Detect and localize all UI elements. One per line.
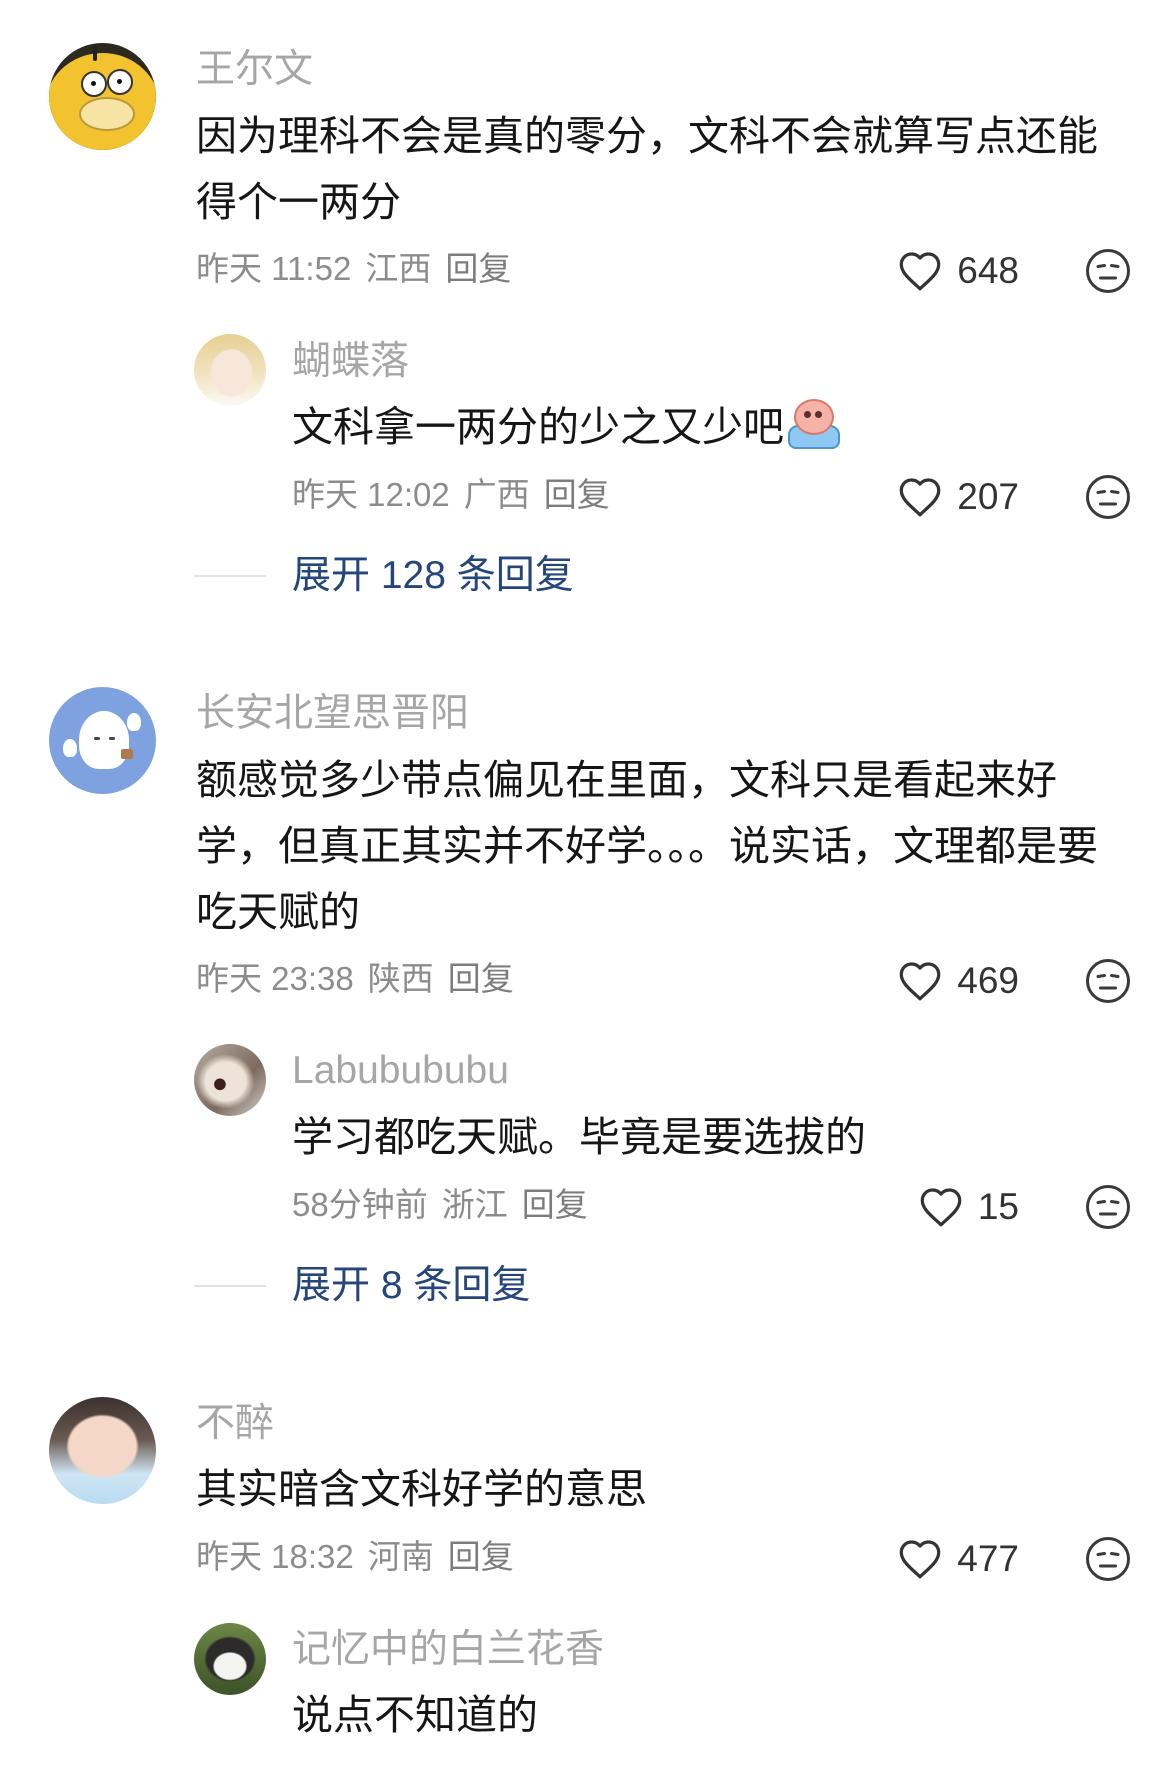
reply-button[interactable]: 回复: [448, 1538, 514, 1575]
comment-time: 昨天 23:38: [196, 960, 354, 997]
reply-text: 文科拿一两分的少之又少吧: [292, 404, 784, 450]
reply-text: 说点不知道的: [292, 1692, 538, 1738]
expand-divider: [194, 1285, 266, 1287]
heart-icon[interactable]: [897, 1538, 943, 1580]
expand-replies-button[interactable]: 展开 128 条回复: [292, 550, 574, 602]
dislike-button[interactable]: [1084, 473, 1132, 521]
reply-button[interactable]: 回复: [544, 476, 610, 513]
comment-location: 河南: [367, 1538, 434, 1575]
reply-text-row: 文科拿一两分的少之又少吧: [292, 394, 1132, 460]
cup-shape: [121, 749, 133, 759]
psyduck-pupil: [117, 79, 122, 84]
heart-icon[interactable]: [918, 1186, 964, 1228]
user-avatar[interactable]: [49, 687, 156, 794]
like-button[interactable]: 648: [897, 246, 1019, 296]
mini-ghost: [127, 713, 141, 731]
like-button[interactable]: 469: [897, 956, 1019, 1006]
reply-time: 58分钟前: [292, 1186, 428, 1223]
psyduck-beak: [79, 97, 135, 131]
reply-username[interactable]: 蝴蝶落: [292, 336, 409, 388]
reply-time: 昨天 12:02: [292, 476, 450, 513]
comment-text: 额感觉多少带点偏见在里面，文科只是看起来好学，但真正其实并不好学。。。说实话，文…: [196, 757, 1098, 935]
neutral-face-icon[interactable]: [1084, 1183, 1132, 1231]
reply-username[interactable]: 记忆中的白兰花香: [292, 1624, 604, 1676]
comment-meta: 昨天 23:38 陕西 回复: [196, 954, 514, 1004]
heart-icon[interactable]: [897, 250, 943, 292]
like-count: 469: [957, 960, 1019, 1001]
psyduck-pupil: [91, 81, 96, 86]
expand-divider: [194, 575, 266, 577]
ghost-eye: [94, 737, 100, 740]
neutral-face-icon[interactable]: [1084, 247, 1132, 295]
reply-avatar[interactable]: [194, 334, 266, 406]
user-avatar[interactable]: [49, 43, 156, 150]
neutral-face-icon[interactable]: [1084, 473, 1132, 521]
emoji-eye: [804, 411, 811, 418]
reply-button[interactable]: 回复: [445, 250, 511, 287]
comment-text: 因为理科不会是真的零分，文科不会就算写点还能得个一两分: [196, 113, 1098, 225]
comment-time: 昨天 18:32: [196, 1538, 354, 1575]
emoji-eye: [815, 411, 822, 418]
psyduck-eye: [81, 71, 107, 97]
like-count: 648: [957, 250, 1019, 291]
comment-meta: 昨天 18:32 河南 回复: [196, 1532, 514, 1582]
reply-location: 浙江: [441, 1186, 508, 1223]
neutral-face-icon[interactable]: [1084, 1535, 1132, 1583]
ghost-eye: [109, 737, 115, 740]
psyduck-eye: [107, 69, 133, 95]
comment-text: 其实暗含文科好学的意思: [196, 1466, 647, 1512]
comment-username[interactable]: 不醉: [196, 1398, 274, 1450]
like-button[interactable]: 477: [897, 1534, 1019, 1584]
heart-icon[interactable]: [897, 960, 943, 1002]
like-count: 207: [957, 476, 1019, 517]
comment-meta: 昨天 11:52 江西 回复: [196, 244, 511, 294]
comment-location: 陕西: [367, 960, 434, 997]
like-button[interactable]: 15: [918, 1182, 1019, 1232]
comment-location: 江西: [365, 250, 432, 287]
reply-button[interactable]: 回复: [448, 960, 514, 997]
emoji-head: [794, 399, 834, 435]
like-button[interactable]: 207: [897, 472, 1019, 522]
comment-username[interactable]: 王尔文: [196, 44, 313, 96]
like-count: 15: [977, 1186, 1019, 1227]
mini-ghost: [63, 739, 77, 757]
reply-username[interactable]: Labubububu: [292, 1045, 509, 1097]
reply-text: 学习都吃天赋。毕竟是要选拔的: [292, 1114, 866, 1160]
reply-button[interactable]: 回复: [522, 1186, 588, 1223]
crying-face-emoji-icon: [786, 397, 840, 449]
ghost-figure: [79, 711, 129, 769]
comment-time: 昨天 11:52: [196, 250, 352, 287]
dislike-button[interactable]: [1084, 1183, 1132, 1231]
dislike-button[interactable]: [1084, 957, 1132, 1005]
reply-location: 广西: [463, 476, 530, 513]
dislike-button[interactable]: [1084, 1535, 1132, 1583]
user-avatar[interactable]: [49, 1397, 156, 1504]
reply-meta: 昨天 12:02 广西 回复: [292, 470, 610, 520]
reply-avatar[interactable]: [194, 1623, 266, 1695]
comment-username[interactable]: 长安北望思晋阳: [196, 688, 469, 740]
expand-replies-button[interactable]: 展开 8 条回复: [292, 1260, 530, 1312]
dislike-button[interactable]: [1084, 247, 1132, 295]
psyduck-hair: [93, 45, 97, 61]
like-count: 477: [957, 1538, 1019, 1579]
comment-list: 王尔文 因为理科不会是真的零分，文科不会就算写点还能得个一两分 昨天 11:52…: [0, 0, 1170, 1772]
neutral-face-icon[interactable]: [1084, 957, 1132, 1005]
reply-avatar[interactable]: [194, 1044, 266, 1116]
reply-meta: 58分钟前 浙江 回复: [292, 1180, 588, 1230]
heart-icon[interactable]: [897, 476, 943, 518]
